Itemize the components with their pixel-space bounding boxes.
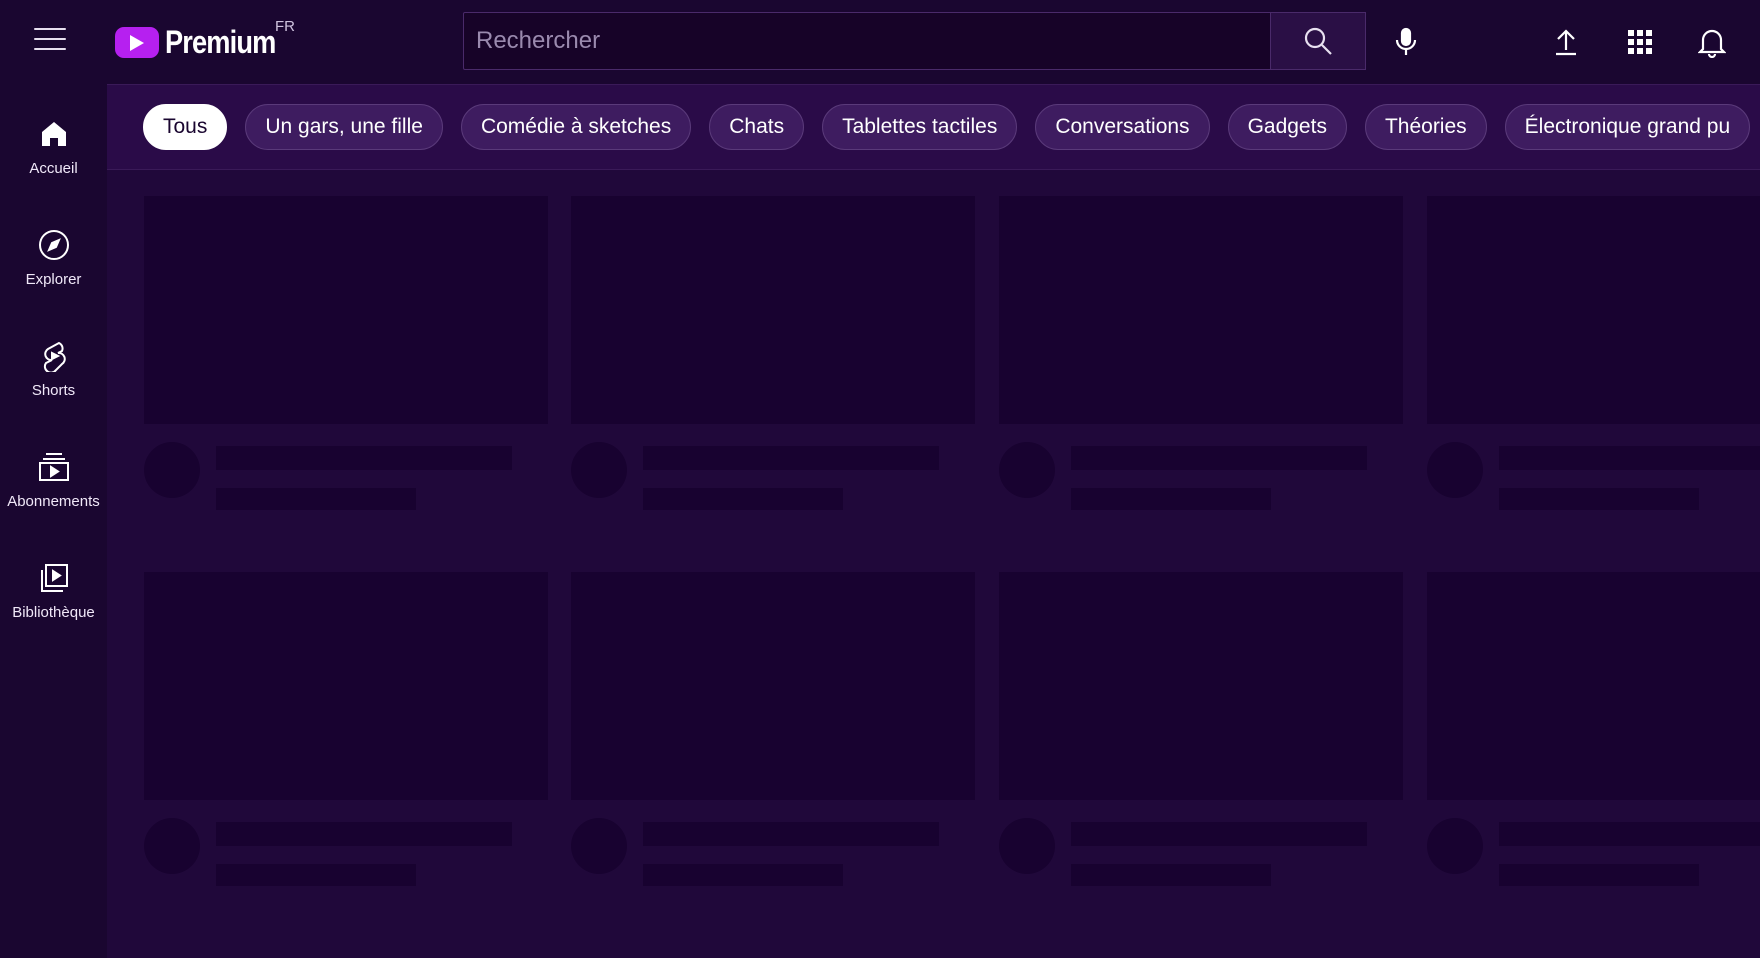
- title-placeholder: [216, 822, 512, 846]
- avatar-placeholder: [571, 818, 627, 874]
- sidebar-item-accueil[interactable]: Accueil: [0, 106, 107, 196]
- meta-placeholder: [643, 864, 843, 886]
- avatar-placeholder: [144, 818, 200, 874]
- thumbnail-placeholder: [1427, 196, 1760, 424]
- video-card-skeleton[interactable]: [1427, 196, 1760, 510]
- compass-icon: [38, 230, 69, 260]
- thumbnail-placeholder: [999, 572, 1403, 800]
- thumbnail-placeholder: [1427, 572, 1760, 800]
- video-card-skeleton[interactable]: [144, 572, 548, 886]
- chip-un-gars-une-fille[interactable]: Un gars, une fille: [245, 104, 443, 150]
- sidebar-item-label: Accueil: [29, 160, 78, 177]
- apps-grid-icon: [1628, 30, 1652, 54]
- sidebar-item-shorts[interactable]: Shorts: [0, 328, 107, 418]
- chip-electronique-grand-public[interactable]: Électronique grand pu: [1504, 104, 1751, 150]
- avatar-placeholder: [999, 442, 1055, 498]
- search-icon: [1304, 27, 1332, 55]
- chip-theories[interactable]: Théories: [1364, 104, 1487, 150]
- meta-placeholder: [643, 488, 843, 510]
- sidebar-item-abonnements[interactable]: Abonnements: [0, 439, 107, 529]
- meta-placeholder: [1499, 864, 1699, 886]
- chip-tous[interactable]: Tous: [143, 104, 228, 150]
- thumbnail-placeholder: [144, 572, 548, 800]
- video-card-skeleton[interactable]: [144, 196, 548, 510]
- logo-text: Premium: [165, 24, 276, 60]
- title-placeholder: [216, 446, 512, 470]
- thumbnail-placeholder: [999, 196, 1403, 424]
- meta-placeholder: [216, 488, 416, 510]
- notifications-button[interactable]: [1692, 22, 1732, 62]
- shorts-icon: [43, 341, 66, 372]
- category-chip-bar: Tous Un gars, une fille Comédie à sketch…: [107, 84, 1760, 170]
- search-button[interactable]: [1270, 12, 1366, 70]
- bell-icon: [1698, 29, 1726, 58]
- title-placeholder: [1071, 446, 1367, 470]
- avatar-placeholder: [999, 818, 1055, 874]
- title-placeholder: [643, 446, 939, 470]
- upload-button[interactable]: [1546, 22, 1586, 62]
- sidebar: Accueil Explorer Shorts Abonnements Bibl…: [0, 84, 107, 958]
- avatar-placeholder: [571, 442, 627, 498]
- thumbnail-placeholder: [144, 196, 548, 424]
- search-input[interactable]: [464, 13, 1270, 69]
- subscriptions-icon: [38, 453, 69, 481]
- chip-chats[interactable]: Chats: [709, 104, 805, 150]
- video-card-skeleton[interactable]: [1427, 572, 1760, 886]
- search-box: [463, 12, 1271, 70]
- chip-comedie-a-sketches[interactable]: Comédie à sketches: [460, 104, 692, 150]
- video-card-skeleton[interactable]: [571, 572, 975, 886]
- sidebar-item-label: Bibliothèque: [12, 604, 95, 621]
- meta-placeholder: [1071, 488, 1271, 510]
- thumbnail-placeholder: [571, 572, 975, 800]
- title-placeholder: [1499, 446, 1760, 470]
- meta-placeholder: [1499, 488, 1699, 510]
- hamburger-menu-icon[interactable]: [34, 28, 66, 54]
- chip-gadgets[interactable]: Gadgets: [1227, 104, 1347, 150]
- title-placeholder: [1499, 822, 1760, 846]
- meta-placeholder: [216, 864, 416, 886]
- sidebar-item-label: Shorts: [31, 382, 76, 399]
- sidebar-item-label: Explorer: [25, 271, 82, 288]
- title-placeholder: [1071, 822, 1367, 846]
- video-card-skeleton[interactable]: [999, 572, 1403, 886]
- avatar-placeholder: [1427, 442, 1483, 498]
- sidebar-item-bibliotheque[interactable]: Bibliothèque: [0, 550, 107, 640]
- country-code: FR: [275, 18, 295, 35]
- chip-tablettes-tactiles[interactable]: Tablettes tactiles: [822, 104, 1018, 150]
- avatar-placeholder: [144, 442, 200, 498]
- apps-button[interactable]: [1620, 22, 1660, 62]
- video-card-skeleton[interactable]: [999, 196, 1403, 510]
- home-icon: [41, 122, 66, 146]
- play-logo-icon: [115, 27, 159, 58]
- top-bar: Premium FR: [0, 0, 1760, 84]
- library-icon: [40, 564, 68, 592]
- microphone-icon: [1395, 27, 1417, 55]
- meta-placeholder: [1071, 864, 1271, 886]
- avatar-placeholder: [1427, 818, 1483, 874]
- title-placeholder: [643, 822, 939, 846]
- upload-icon: [1556, 29, 1576, 56]
- video-grid: [107, 170, 1760, 958]
- microphone-button[interactable]: [1386, 22, 1426, 62]
- video-card-skeleton[interactable]: [571, 196, 975, 510]
- sidebar-item-explorer[interactable]: Explorer: [0, 217, 107, 307]
- chip-conversations[interactable]: Conversations: [1035, 104, 1210, 150]
- thumbnail-placeholder: [571, 196, 975, 424]
- sidebar-item-label: Abonnements: [7, 493, 100, 510]
- premium-logo[interactable]: Premium: [115, 24, 295, 61]
